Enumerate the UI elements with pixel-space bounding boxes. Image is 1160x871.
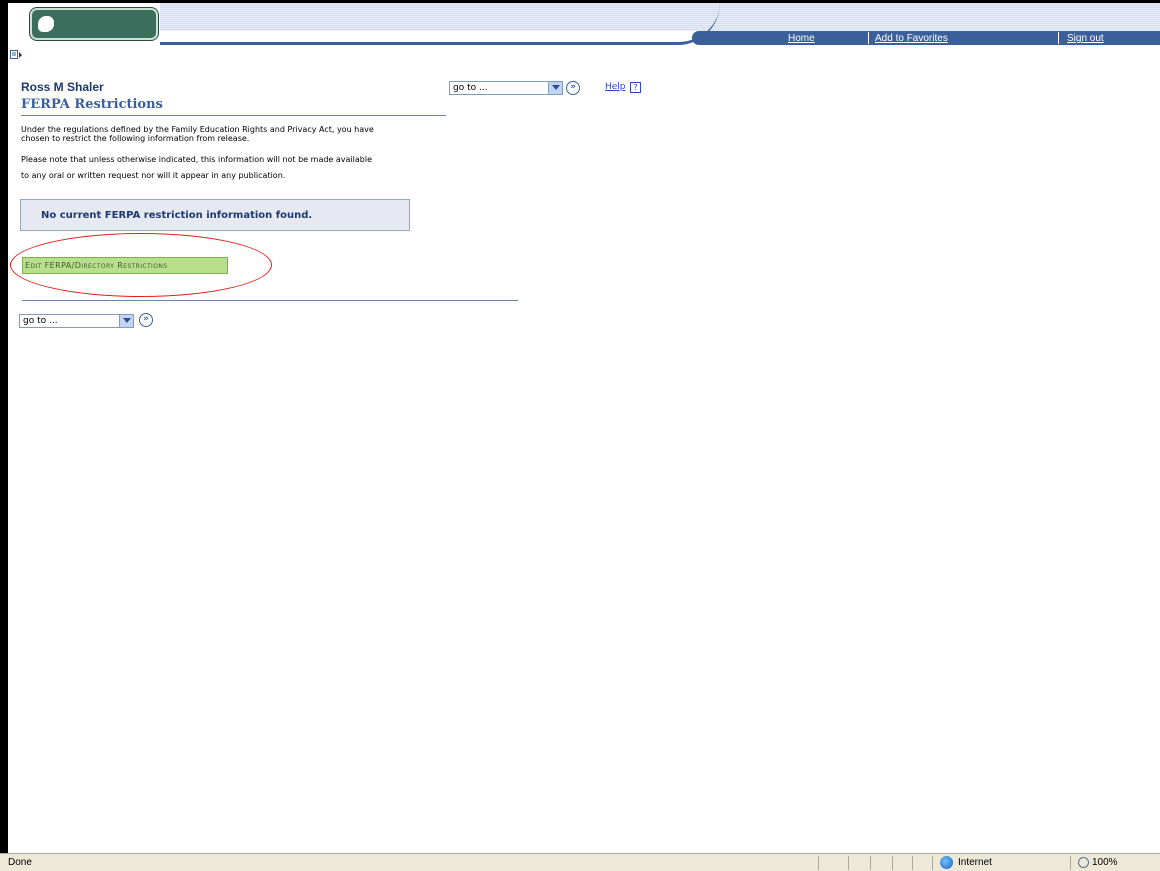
chevron-down-icon bbox=[548, 82, 562, 94]
goto-go-button[interactable]: » bbox=[566, 81, 580, 95]
status-text: Done bbox=[8, 857, 32, 868]
zoom-level[interactable]: 100% bbox=[1092, 857, 1118, 868]
student-name: Ross M Shaler bbox=[21, 80, 104, 94]
goto-select-bottom[interactable]: go to ... bbox=[19, 314, 134, 328]
nav-separator bbox=[1058, 32, 1059, 44]
mainestreet-logo[interactable]: MaineStreet bbox=[30, 8, 170, 63]
nav-sign-out-link[interactable]: Sign out bbox=[1067, 33, 1104, 44]
goto-select-value: go to ... bbox=[23, 316, 58, 326]
header-banner bbox=[160, 3, 1160, 45]
banner-curve bbox=[160, 3, 720, 45]
nav-separator bbox=[868, 32, 869, 44]
chevron-down-icon bbox=[119, 315, 133, 327]
status-divider bbox=[848, 856, 849, 870]
help-link[interactable]: Help bbox=[605, 82, 626, 92]
goto-select-top[interactable]: go to ... bbox=[449, 81, 563, 95]
browser-window: MaineStreet Home Add to Favorites Sign o… bbox=[0, 0, 1160, 871]
goto-select-value: go to ... bbox=[453, 83, 488, 93]
status-divider bbox=[912, 856, 913, 870]
intro-text-line-2: chosen to restrict the following informa… bbox=[21, 134, 250, 143]
status-divider bbox=[892, 856, 893, 870]
nav-add-favorites-link[interactable]: Add to Favorites bbox=[875, 33, 948, 44]
note-text-line-2: to any oral or written request nor will … bbox=[21, 171, 286, 180]
expand-menu-icon[interactable] bbox=[10, 50, 22, 60]
bottom-divider bbox=[22, 300, 518, 301]
info-message-box: No current FERPA restriction information… bbox=[20, 199, 410, 231]
status-divider bbox=[1070, 856, 1071, 870]
nav-home-link[interactable]: Home bbox=[788, 33, 815, 44]
page-title: FERPA Restrictions bbox=[21, 97, 163, 112]
edit-ferpa-restrictions-button[interactable]: Edit FERPA/Directory Restrictions bbox=[22, 257, 228, 274]
logo-text: MaineStreet bbox=[38, 41, 170, 63]
status-divider bbox=[932, 856, 933, 870]
help-question-icon[interactable]: ? bbox=[630, 82, 641, 93]
status-divider bbox=[870, 856, 871, 870]
status-bar: Done Internet 100% bbox=[0, 853, 1160, 871]
zoom-icon[interactable] bbox=[1078, 857, 1089, 868]
status-divider bbox=[818, 856, 819, 870]
info-message-text: No current FERPA restriction information… bbox=[41, 210, 313, 221]
maine-map-icon bbox=[38, 16, 54, 32]
window-left-border bbox=[0, 0, 8, 853]
security-zone-text: Internet bbox=[958, 857, 992, 868]
title-divider bbox=[21, 115, 446, 116]
goto-go-button[interactable]: » bbox=[139, 313, 153, 327]
internet-globe-icon bbox=[940, 856, 953, 869]
note-text-line-1: Please note that unless otherwise indica… bbox=[21, 155, 372, 164]
